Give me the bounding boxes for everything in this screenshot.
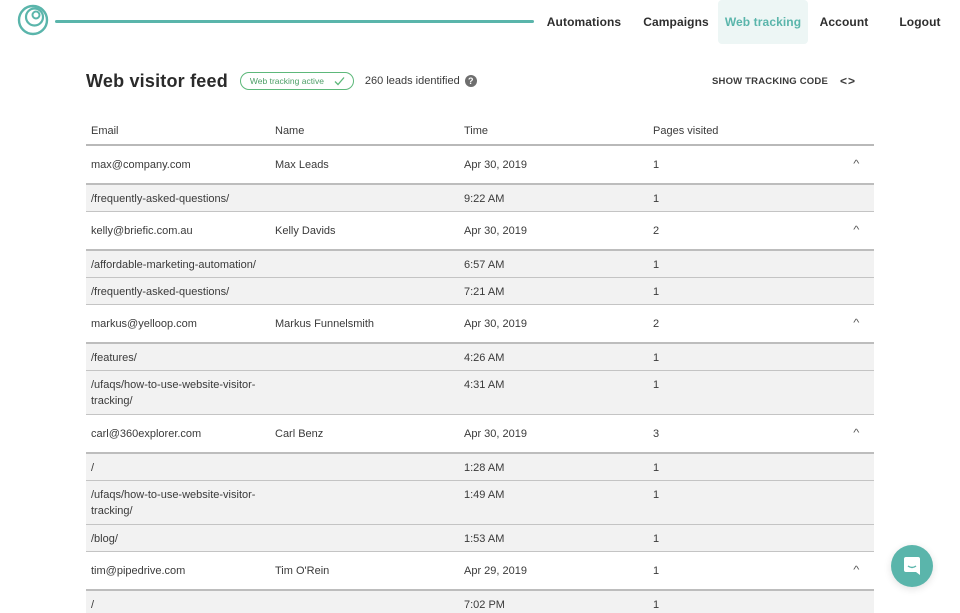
top-navigation: Automations Campaigns Web tracking Accou… bbox=[0, 0, 960, 44]
visit-pages: 1 bbox=[653, 259, 660, 271]
lead-pages: 1 bbox=[653, 158, 660, 171]
lead-name: Max Leads bbox=[275, 158, 329, 171]
visit-row: /ufaqs/how-to-use-website-visitor-tracki… bbox=[86, 371, 874, 415]
visit-row: /blog/1:53 AM 1 bbox=[86, 525, 874, 552]
visit-path: /frequently-asked-questions/ bbox=[91, 286, 230, 298]
visit-path: /ufaqs/how-to-use-website-visitor-tracki… bbox=[91, 379, 256, 407]
visit-pages: 1 bbox=[653, 599, 660, 611]
chevron-up-icon[interactable]: ^ bbox=[853, 225, 859, 236]
visit-time: 7:02 PM bbox=[464, 599, 505, 611]
visit-time: 1:28 AM bbox=[464, 462, 505, 474]
chevron-up-icon[interactable]: ^ bbox=[853, 159, 859, 170]
feed-header: Web visitor feed Web tracking active 260… bbox=[86, 68, 874, 94]
help-icon[interactable]: ? bbox=[464, 75, 477, 87]
nav-logout[interactable]: Logout bbox=[880, 0, 960, 44]
lead-pages: 2 bbox=[653, 224, 660, 237]
visit-path: /ufaqs/how-to-use-website-visitor-tracki… bbox=[91, 489, 256, 517]
visit-row: /ufaqs/how-to-use-website-visitor-tracki… bbox=[86, 481, 874, 525]
lead-email: tim@pipedrive.com bbox=[91, 564, 186, 577]
column-header-time: Time bbox=[464, 125, 489, 137]
visit-row: / 7:02 PM 1 bbox=[86, 591, 874, 613]
lead-date: Apr 30, 2019 bbox=[464, 427, 527, 440]
visit-pages: 1 bbox=[653, 489, 660, 501]
visit-time: 1:49 AM bbox=[464, 489, 505, 501]
lead-row[interactable]: max@company.com Max Leads Apr 30, 2019 1 ^ bbox=[86, 146, 874, 185]
visit-pages: 1 bbox=[653, 352, 660, 364]
chat-button[interactable] bbox=[891, 545, 933, 587]
column-header-name: Name bbox=[275, 125, 305, 137]
column-header-pages: Pages visited bbox=[653, 125, 719, 137]
show-tracking-code-button[interactable]: SHOW TRACKING CODE bbox=[712, 76, 828, 87]
visit-pages: 1 bbox=[653, 286, 660, 298]
visit-path: / bbox=[91, 462, 95, 474]
column-header-email: Email bbox=[91, 125, 119, 137]
visit-path: / bbox=[91, 599, 95, 611]
lead-pages: 3 bbox=[653, 427, 660, 440]
lead-name: Kelly Davids bbox=[275, 224, 336, 237]
lead-row[interactable]: markus@yelloop.com Markus Funnelsmith Apr … bbox=[86, 305, 874, 344]
visit-path: /affordable-marketing-automation/ bbox=[91, 259, 256, 271]
logo-icon[interactable] bbox=[17, 4, 49, 36]
nav-automations[interactable]: Automations bbox=[534, 0, 634, 44]
lead-pages: 1 bbox=[653, 564, 660, 577]
lead-email: max@company.com bbox=[91, 158, 191, 171]
table-header: Email Name Time Pages visited bbox=[86, 118, 874, 146]
table-body: max@company.com Max Leads Apr 30, 2019 1 ^ /f… bbox=[86, 146, 874, 613]
visit-pages: 1 bbox=[653, 533, 660, 545]
visit-time: 1:53 AM bbox=[464, 533, 505, 545]
visit-time: 6:57 AM bbox=[464, 259, 505, 271]
code-icon[interactable]: <> bbox=[840, 74, 856, 88]
chat-bubble-icon bbox=[904, 557, 920, 575]
visitor-table: Email Name Time Pages visited max@compan… bbox=[86, 118, 874, 613]
visit-time: 7:21 AM bbox=[464, 286, 505, 298]
lead-row[interactable]: carl@360explorer.com Carl Benz Apr 30, 201… bbox=[86, 415, 874, 454]
visit-path: /frequently-asked-questions/ bbox=[91, 193, 230, 205]
visit-path: /blog/ bbox=[91, 533, 118, 545]
visit-row: /frequently-asked-questions/7:21 AM 1 bbox=[86, 278, 874, 305]
lead-email: markus@yelloop.com bbox=[91, 317, 197, 330]
visit-row: /features/4:26 AM 1 bbox=[86, 344, 874, 371]
lead-email: kelly@briefic.com.au bbox=[91, 224, 193, 237]
visit-time: 4:31 AM bbox=[464, 379, 505, 391]
lead-email: carl@360explorer.com bbox=[91, 427, 202, 440]
visit-pages: 1 bbox=[653, 462, 660, 474]
nav-account[interactable]: Account bbox=[808, 0, 880, 44]
lead-name: Tim O'Rein bbox=[275, 564, 330, 577]
chevron-up-icon[interactable]: ^ bbox=[853, 565, 859, 576]
lead-row[interactable]: tim@pipedrive.com Tim O'Rein Apr 29, 2019 1… bbox=[86, 552, 874, 591]
nav-divider-line bbox=[55, 20, 534, 23]
visit-row: /frequently-asked-questions/9:22 AM 1 bbox=[86, 185, 874, 212]
lead-name: Markus Funnelsmith bbox=[275, 317, 375, 330]
lead-date: Apr 30, 2019 bbox=[464, 224, 527, 237]
check-icon bbox=[334, 77, 345, 86]
lead-date: Apr 29, 2019 bbox=[464, 564, 527, 577]
main-nav: Automations Campaigns Web tracking Accou… bbox=[534, 0, 960, 44]
visit-path: /features/ bbox=[91, 352, 137, 364]
chevron-up-icon[interactable]: ^ bbox=[853, 428, 859, 439]
tracking-status-badge: Web tracking active bbox=[239, 72, 354, 90]
visit-row: /affordable-marketing-automation/6:57 AM… bbox=[86, 251, 874, 278]
visit-pages: 1 bbox=[653, 379, 660, 391]
visit-time: 4:26 AM bbox=[464, 352, 505, 364]
lead-name: Carl Benz bbox=[275, 427, 324, 440]
visit-pages: 1 bbox=[653, 193, 660, 205]
nav-web-tracking[interactable]: Web tracking bbox=[718, 0, 808, 44]
lead-row[interactable]: kelly@briefic.com.au Kelly Davids Apr 30, … bbox=[86, 212, 874, 251]
leads-count: 260 leads identified bbox=[364, 75, 460, 87]
chevron-up-icon[interactable]: ^ bbox=[853, 318, 859, 329]
lead-date: Apr 30, 2019 bbox=[464, 317, 527, 330]
visit-row: / 1:28 AM 1 bbox=[86, 454, 874, 481]
nav-campaigns[interactable]: Campaigns bbox=[634, 0, 718, 44]
page-title: Web visitor feed bbox=[86, 70, 228, 91]
visit-time: 9:22 AM bbox=[464, 193, 505, 205]
lead-pages: 2 bbox=[653, 317, 660, 330]
badge-label: Web tracking active bbox=[249, 76, 324, 86]
lead-date: Apr 30, 2019 bbox=[464, 158, 527, 171]
